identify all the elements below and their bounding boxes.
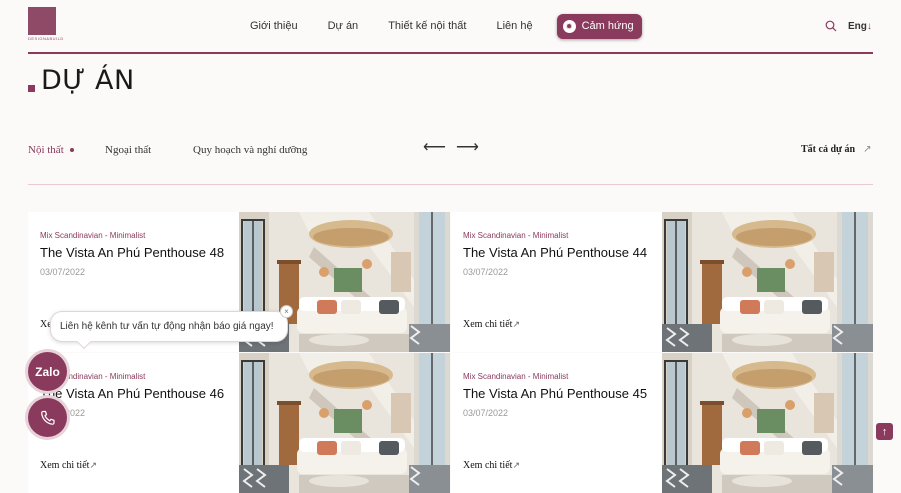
card-photo[interactable] (662, 353, 873, 493)
chat-message: Liên hệ kênh tư vấn tự động nhận báo giá… (60, 321, 274, 332)
arrow-up-right-icon: ↗ (863, 144, 872, 155)
card-title[interactable]: The Vista An Phú Penthouse 45 (463, 386, 647, 401)
project-card[interactable]: Mix Scandinavian - Minimalist The Vista … (28, 353, 450, 493)
language-arrow-icon: ↓ (866, 21, 872, 32)
nav-gioi-thieu[interactable]: Giới thiệu (250, 20, 298, 32)
card-more-link[interactable]: Xem chi tiết↗ (40, 460, 97, 471)
card-more-link[interactable]: Xem chi tiết↗ (463, 460, 520, 471)
card-more-label: Xem chi tiết (40, 460, 90, 471)
category-tabs: Nội thất Ngoại thất Quy hoạch và nghỉ dư… (28, 143, 307, 157)
slider-arrows: ⟵ ⟶ (423, 140, 489, 156)
arrow-left-icon[interactable]: ⟵ (423, 140, 446, 156)
close-icon[interactable]: × (280, 305, 293, 318)
card-photo[interactable] (239, 353, 450, 493)
nav-lien-he[interactable]: Liên hệ (496, 20, 532, 32)
tab-label: Nội thất (28, 144, 64, 156)
card-more-label: Xem chi tiết (463, 460, 513, 471)
page-title: DỰ ÁN (28, 66, 135, 96)
language-label: Eng (848, 21, 867, 32)
card-category: Mix Scandinavian - Minimalist (463, 372, 569, 381)
card-title[interactable]: The Vista An Phú Penthouse 46 (40, 386, 224, 401)
zalo-icon: Zalo (35, 364, 60, 379)
inspiration-button[interactable]: ✹ Cảm hứng (556, 13, 642, 39)
title-marker (28, 85, 35, 92)
logo[interactable]: DESIGN&BUILD (28, 7, 64, 45)
language-switch[interactable]: Eng↓ (848, 21, 872, 32)
project-card[interactable]: Mix Scandinavian - Minimalist The Vista … (451, 212, 873, 352)
card-title[interactable]: The Vista An Phú Penthouse 48 (40, 245, 224, 260)
card-category: Mix Scandinavian - Minimalist (40, 231, 146, 240)
arrow-up-icon: ↑ (881, 425, 888, 438)
site-header: DESIGN&BUILD Giới thiệu Dự án Thiết kế n… (28, 0, 873, 54)
arrow-up-right-icon: ↗ (89, 460, 97, 470)
tab-noi-that[interactable]: Nội thất (28, 144, 105, 156)
chat-tooltip: Liên hệ kênh tư vấn tự động nhận báo giá… (50, 305, 293, 350)
arrow-up-right-icon: ↗ (512, 460, 520, 470)
card-more-label: Xem chi tiết (463, 319, 513, 330)
zalo-button[interactable]: Zalo (28, 352, 67, 391)
tab-quy-hoach[interactable]: Quy hoạch và nghỉ dưỡng (193, 144, 307, 156)
scroll-to-top-button[interactable]: ↑ (876, 423, 893, 440)
nav-du-an[interactable]: Dự án (328, 20, 359, 32)
logo-text: DESIGN&BUILD (28, 36, 64, 41)
card-date: 03/07/2022 (40, 267, 86, 277)
phone-button[interactable] (28, 398, 67, 437)
arrow-up-right-icon: ↗ (512, 319, 520, 329)
inspiration-label: Cảm hứng (581, 20, 634, 32)
card-category: Mix Scandinavian - Minimalist (463, 231, 569, 240)
tab-ngoai-that[interactable]: Ngoại thất (105, 144, 193, 156)
phone-icon (40, 410, 55, 425)
card-title[interactable]: The Vista An Phú Penthouse 44 (463, 245, 647, 260)
card-date: 03/07/2022 (463, 267, 509, 277)
page-title-text: DỰ ÁN (41, 65, 135, 96)
project-card[interactable]: Mix Scandinavian - Minimalist The Vista … (451, 353, 873, 493)
all-projects-label: Tất cả dự án (801, 144, 856, 155)
main-nav: Giới thiệu Dự án Thiết kế nội thất Liên … (250, 13, 642, 39)
card-more-link[interactable]: Xem chi tiết↗ (463, 319, 520, 330)
search-icon[interactable] (825, 20, 837, 32)
card-date: 03/07/2022 (463, 408, 509, 418)
nav-thiet-ke-noi-that[interactable]: Thiết kế nội thất (388, 20, 466, 32)
lightbulb-icon: ✹ (562, 19, 576, 33)
arrow-right-icon[interactable]: ⟶ (456, 140, 479, 156)
card-photo[interactable] (662, 212, 873, 352)
divider (28, 184, 873, 185)
active-dot-icon (69, 148, 74, 152)
logo-mark (28, 7, 56, 35)
all-projects-link[interactable]: Tất cả dự án ↗ (801, 144, 871, 155)
